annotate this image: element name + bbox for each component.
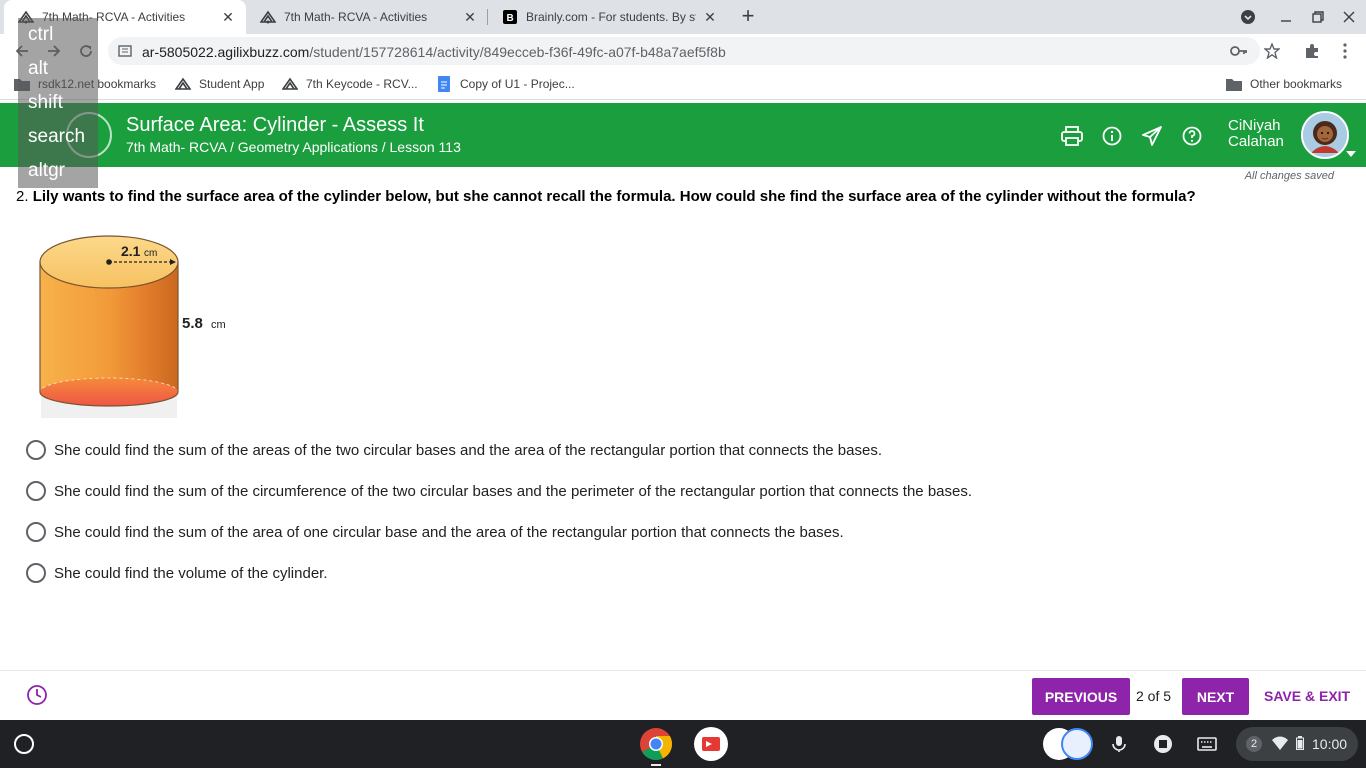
- restore-icon[interactable]: [1307, 6, 1329, 28]
- next-button[interactable]: NEXT: [1182, 678, 1249, 715]
- keyboard-icon[interactable]: [1195, 732, 1219, 756]
- answer-option-4[interactable]: She could find the volume of the cylinde…: [26, 562, 328, 584]
- docs-holding-icon[interactable]: [1061, 728, 1093, 760]
- other-bookmarks[interactable]: Other bookmarks: [1226, 76, 1342, 92]
- status-tray[interactable]: 2 10:00: [1236, 727, 1358, 761]
- radio-button[interactable]: [26, 440, 46, 460]
- brainly-icon: B: [502, 9, 518, 25]
- activity-title: Surface Area: Cylinder - Assess It: [126, 114, 424, 136]
- page-indicator: 2 of 5: [1136, 688, 1172, 704]
- radio-button[interactable]: [26, 522, 46, 542]
- app-header: Surface Area: Cylinder - Assess It 7th M…: [0, 103, 1366, 167]
- tab-title: Brainly.com - For students. By st: [526, 10, 696, 24]
- bookmark-student-app[interactable]: Student App: [175, 76, 264, 92]
- svg-text:B: B: [507, 13, 514, 24]
- user-menu-caret-icon[interactable]: [1346, 151, 1356, 157]
- height-label: 5.8: [182, 315, 203, 332]
- activity-footer: PREVIOUS 2 of 5 NEXT SAVE & EXIT: [0, 670, 1366, 720]
- url-text: ar-5805022.agilixbuzz.com/student/157728…: [142, 44, 726, 60]
- bookmark-label: Student App: [199, 77, 265, 91]
- browser-tab-brainly[interactable]: B Brainly.com - For students. By st ✕: [488, 0, 728, 34]
- question-prompt: 2. Lily wants to find the surface area o…: [16, 188, 1196, 205]
- info-icon[interactable]: [1100, 124, 1124, 148]
- radius-unit: cm: [144, 248, 157, 259]
- docs-icon: [436, 76, 452, 92]
- modifier-altgr: altgr: [28, 160, 65, 181]
- modifier-shift: shift: [28, 92, 63, 113]
- bookmark-label: Copy of U1 - Projec...: [460, 77, 575, 91]
- answer-option-1[interactable]: She could find the sum of the areas of t…: [26, 439, 882, 461]
- browser-toolbar: ar-5805022.agilixbuzz.com/student/157728…: [0, 34, 1366, 68]
- bookmark-label: 7th Keycode - RCV...: [306, 77, 418, 91]
- agilix-icon: [260, 9, 276, 25]
- modifier-alt: alt: [28, 58, 49, 79]
- close-tab-icon[interactable]: ✕: [702, 9, 718, 25]
- question-number: 2.: [16, 188, 29, 205]
- avatar[interactable]: [1301, 111, 1349, 159]
- stop-recording-icon[interactable]: [1151, 732, 1175, 756]
- answer-option-text: She could find the sum of the area of on…: [54, 523, 844, 541]
- clock-time: 10:00: [1312, 736, 1348, 752]
- cylinder-figure: 2.1 cm 5.8 cm: [36, 232, 236, 422]
- close-window-icon[interactable]: [1338, 6, 1360, 28]
- tab-title: 7th Math- RCVA - Activities: [284, 10, 428, 24]
- notification-count: 2: [1246, 736, 1262, 752]
- radio-button[interactable]: [26, 481, 46, 501]
- other-bookmarks-label: Other bookmarks: [1250, 77, 1343, 91]
- microphone-icon[interactable]: [1107, 732, 1131, 756]
- height-unit: cm: [211, 319, 226, 331]
- menu-dots-icon[interactable]: [1336, 42, 1354, 60]
- answer-option-2[interactable]: She could find the sum of the circumfere…: [26, 480, 972, 502]
- folder-icon: [1226, 76, 1242, 92]
- answer-option-text: She could find the sum of the circumfere…: [54, 482, 973, 500]
- wifi-icon: [1272, 736, 1288, 753]
- extensions-icon[interactable]: [1303, 42, 1321, 60]
- modifier-search: search: [28, 126, 86, 147]
- bookmark-7th-keycode[interactable]: 7th Keycode - RCV...: [282, 76, 418, 92]
- user-last-name: Calahan: [1228, 133, 1284, 150]
- radius-label: 2.1: [121, 243, 141, 259]
- save-status: All changes saved: [1244, 170, 1334, 182]
- url-path: /student/157728614/activity/849ecceb-f36…: [309, 44, 726, 60]
- active-app-indicator: [651, 764, 661, 766]
- close-tab-icon[interactable]: ✕: [220, 9, 236, 25]
- history-clock-icon[interactable]: [26, 684, 48, 706]
- save-exit-button[interactable]: SAVE & EXIT: [1264, 688, 1350, 704]
- minimize-icon[interactable]: [1275, 6, 1297, 28]
- key-icon[interactable]: [1230, 42, 1248, 60]
- previous-button[interactable]: PREVIOUS: [1032, 678, 1130, 715]
- breadcrumb: 7th Math- RCVA / Geometry Applications /…: [126, 139, 461, 155]
- agilix-icon: [282, 76, 298, 92]
- answer-option-3[interactable]: She could find the sum of the area of on…: [26, 521, 844, 543]
- question-text: Lily wants to find the surface area of t…: [32, 188, 1196, 205]
- battery-icon: [1296, 735, 1304, 753]
- bookmark-copy-of-u1[interactable]: Copy of U1 - Projec...: [436, 76, 575, 92]
- user-first-name: CiNiyah: [1228, 117, 1281, 134]
- keyboard-modifier-overlay: ctrl alt shift search altgr: [18, 18, 98, 188]
- screencastify-icon[interactable]: [694, 727, 728, 761]
- os-shelf: 2 10:00: [0, 720, 1366, 768]
- url-host: ar-5805022.agilixbuzz.com: [142, 44, 310, 60]
- chrome-icon[interactable]: [639, 727, 673, 761]
- agilix-icon: [175, 76, 191, 92]
- help-icon[interactable]: [1180, 124, 1204, 148]
- browser-tab-activities-2[interactable]: 7th Math- RCVA - Activities ✕: [246, 0, 488, 34]
- close-tab-icon[interactable]: ✕: [462, 9, 478, 25]
- bookmarks-bar: rsdk12.net bookmarks Student App 7th Key…: [0, 68, 1366, 100]
- send-icon[interactable]: [1140, 124, 1164, 148]
- browser-tab-strip: 7th Math- RCVA - Activities ✕ 7th Math- …: [0, 0, 1366, 34]
- radio-button[interactable]: [26, 563, 46, 583]
- address-bar[interactable]: ar-5805022.agilixbuzz.com/student/157728…: [108, 37, 1260, 65]
- answer-option-text: She could find the sum of the areas of t…: [54, 441, 883, 459]
- modifier-ctrl: ctrl: [28, 24, 54, 45]
- new-tab-button[interactable]: +: [736, 5, 760, 29]
- star-icon[interactable]: [1263, 42, 1281, 60]
- print-icon[interactable]: [1060, 124, 1084, 148]
- site-info-icon[interactable]: [118, 44, 132, 58]
- user-name[interactable]: CiNiyah Calahan: [1228, 118, 1284, 150]
- answer-option-text: She could find the volume of the cylinde…: [54, 564, 328, 582]
- launcher-icon[interactable]: [14, 734, 34, 754]
- tab-search-icon[interactable]: [1237, 6, 1259, 28]
